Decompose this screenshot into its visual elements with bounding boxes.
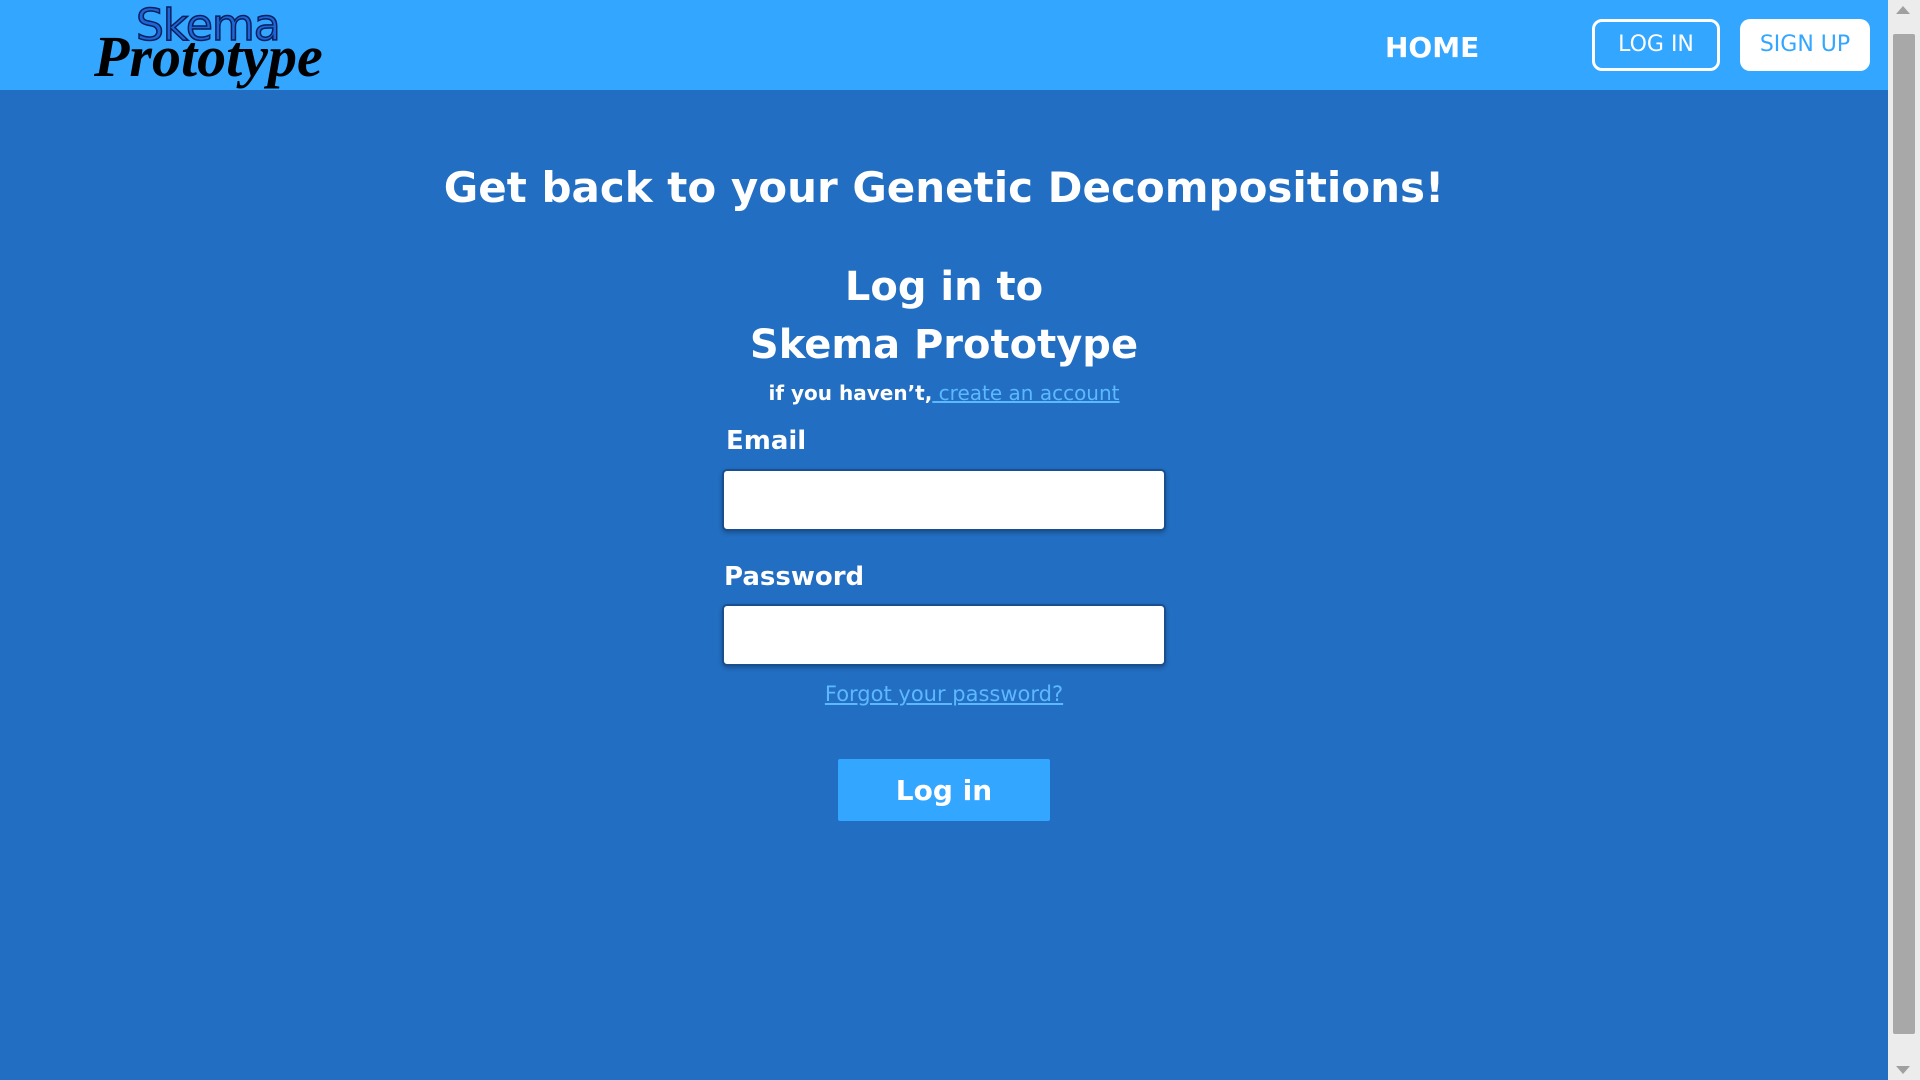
create-account-link[interactable]: create an account [932, 381, 1120, 405]
form-title-line-2: Skema Prototype [749, 322, 1139, 368]
scrollbar[interactable] [1888, 0, 1920, 1080]
email-label: Email [726, 426, 807, 456]
nav-home-link[interactable]: HOME [1385, 30, 1479, 66]
login-submit-button[interactable]: Log in [838, 759, 1050, 821]
password-input[interactable] [722, 604, 1166, 666]
signup-hint-text: if you haven’t, [768, 381, 933, 405]
nav-signup-button[interactable]: SIGN UP [1740, 19, 1870, 71]
form-title-line-1: Log in to [844, 264, 1044, 310]
scroll-down-arrow-icon[interactable] [1896, 1066, 1910, 1074]
logo-bottom-text: Prototype [94, 24, 323, 89]
page-headline: Get back to your Genetic Decompositions! [443, 163, 1445, 212]
scroll-up-arrow-icon[interactable] [1896, 6, 1910, 14]
password-label: Password [724, 562, 865, 592]
nav-login-button[interactable]: LOG IN [1592, 19, 1720, 71]
forgot-password-link[interactable]: Forgot your password? [0, 679, 1888, 709]
signup-hint: if you haven’t, create an account [0, 378, 1888, 408]
logo[interactable]: Skema Prototype [94, 1, 334, 90]
navbar: Skema Prototype HOME LOG IN SIGN UP [0, 0, 1888, 90]
scrollbar-thumb[interactable] [1893, 34, 1915, 1034]
email-input[interactable] [722, 469, 1166, 531]
form-title: Log in to Skema Prototype [0, 258, 1888, 374]
